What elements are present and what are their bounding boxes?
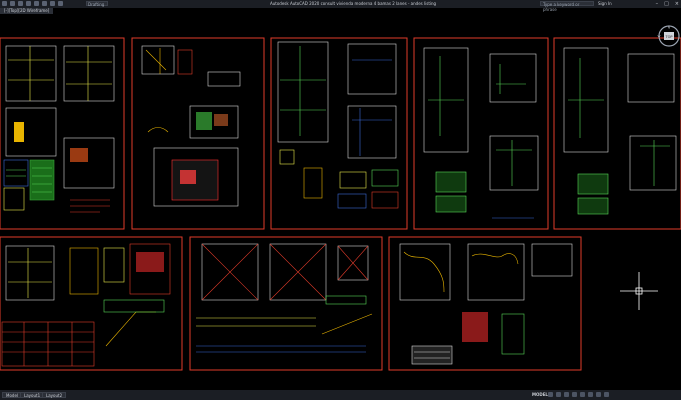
sheet-2 xyxy=(131,37,265,230)
new-icon[interactable] xyxy=(10,1,15,6)
app-menu-icon[interactable] xyxy=(2,1,7,6)
ortho-icon[interactable] xyxy=(564,392,569,397)
viewcube-top-label: TOP xyxy=(664,35,672,39)
grid-icon[interactable] xyxy=(548,392,553,397)
tab-layout2[interactable]: Layout2 xyxy=(42,392,67,398)
status-bar: Model Layout1 Layout2 MODEL xyxy=(0,390,681,400)
sheet-7 xyxy=(189,236,383,371)
sheet-1-content xyxy=(3,45,115,213)
tab-model[interactable]: Model xyxy=(2,392,23,398)
workspace-dropdown[interactable]: Drafting xyxy=(86,1,108,7)
sign-in-link[interactable]: Sign In xyxy=(598,0,612,8)
sheet-8-content xyxy=(399,243,573,365)
snap-icon[interactable] xyxy=(556,392,561,397)
osnap-icon[interactable] xyxy=(580,392,585,397)
close-icon[interactable]: × xyxy=(675,0,679,8)
title-bar: Drafting Autodesk AutoCAD 2020 consult v… xyxy=(0,0,681,12)
save-icon[interactable] xyxy=(26,1,31,6)
viewcube[interactable]: TOP N W xyxy=(657,24,681,48)
sheet-4-content xyxy=(423,47,539,219)
sheet-5 xyxy=(553,37,681,230)
app-title: Autodesk AutoCAD 2020 consult vivienda m… xyxy=(270,1,437,6)
save-as-icon[interactable] xyxy=(34,1,39,6)
sheet-6-content xyxy=(1,243,171,367)
sheet-7-content xyxy=(196,243,373,353)
polar-icon[interactable] xyxy=(572,392,577,397)
quick-access-toolbar xyxy=(2,1,63,6)
maximize-icon[interactable]: □ xyxy=(664,0,669,8)
status-toggle-icons xyxy=(548,392,609,397)
sheet-4 xyxy=(413,37,549,230)
viewcube-north: N xyxy=(668,26,670,30)
customize-icon[interactable] xyxy=(604,392,609,397)
sheet-2-content xyxy=(141,45,241,207)
open-icon[interactable] xyxy=(18,1,23,6)
viewcube-west: W xyxy=(658,34,661,38)
tab-layout1[interactable]: Layout1 xyxy=(20,392,45,398)
redo-icon[interactable] xyxy=(58,1,63,6)
window-controls: – □ × xyxy=(656,0,679,8)
model-space-indicator[interactable]: MODEL xyxy=(532,391,548,398)
plot-icon[interactable] xyxy=(42,1,47,6)
sheet-5-content xyxy=(563,47,677,215)
drawing-canvas[interactable] xyxy=(0,14,681,390)
undo-icon[interactable] xyxy=(50,1,55,6)
minimize-icon[interactable]: – xyxy=(656,0,659,8)
annotation-icon[interactable] xyxy=(588,392,593,397)
cursor-crosshair xyxy=(620,272,658,310)
sheet-3 xyxy=(270,37,408,230)
search-input[interactable]: Type a keyword or phrase xyxy=(540,1,594,12)
workspace-icon[interactable] xyxy=(596,392,601,397)
sheet-3-content xyxy=(277,41,399,209)
